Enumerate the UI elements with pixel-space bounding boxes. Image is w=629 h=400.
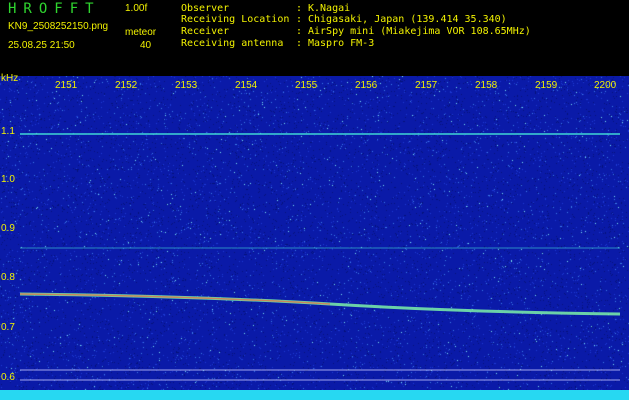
meteor-count: 40 [140,40,152,51]
bottom-band [0,390,629,400]
x-tick-label: 2159 [535,80,558,91]
y-tick-label: 0.9 [1,223,15,234]
app-title: HROFFT [8,1,101,17]
version-label: 1.00f [125,3,148,14]
y-tick-label: 0.7 [1,322,15,333]
y-tick-label: 1.1 [1,126,15,137]
info-value-receiver: AirSpy mini (Miakejima VOR 108.65MHz) [308,26,531,37]
y-tick-label: 0.6 [1,372,15,383]
x-tick-label: 2200 [594,80,617,91]
y-tick-label: 0.8 [1,272,15,283]
info-colon: : [296,3,303,14]
info-value-antenna: Maspro FM-3 [308,38,375,49]
x-tick-label: 2156 [355,80,378,91]
signal-overlay [0,133,629,400]
x-tick-label: 2158 [475,80,498,91]
info-colon: : [296,38,303,49]
x-tick-label: 2151 [55,80,78,91]
header-panel: HROFFT 1.00f KN9_2508252150.png meteor 2… [0,0,629,76]
spectrogram-plot [0,76,629,400]
x-tick-label: 2157 [415,80,438,91]
filename-label: KN9_2508252150.png [8,21,109,32]
x-tick-label: 2152 [115,80,138,91]
info-key-location: Receiving Location [181,14,290,25]
info-value-observer: K.Nagai [308,3,351,14]
x-tick-label: 2155 [295,80,318,91]
datetime-label: 25.08.25 21:50 [8,40,75,51]
y-axis-unit: kHz [1,73,19,84]
y-tick-label: 1.0 [1,174,15,185]
info-value-location: Chigasaki, Japan (139.414 35.340) [308,14,507,25]
x-tick-label: 2153 [175,80,198,91]
info-key-receiver: Receiver [181,26,230,37]
info-key-observer: Observer [181,3,230,14]
info-key-antenna: Receiving antenna [181,38,284,49]
info-colon: : [296,26,303,37]
info-colon: : [296,14,303,25]
meteor-label: meteor [125,27,157,38]
x-tick-label: 2154 [235,80,258,91]
